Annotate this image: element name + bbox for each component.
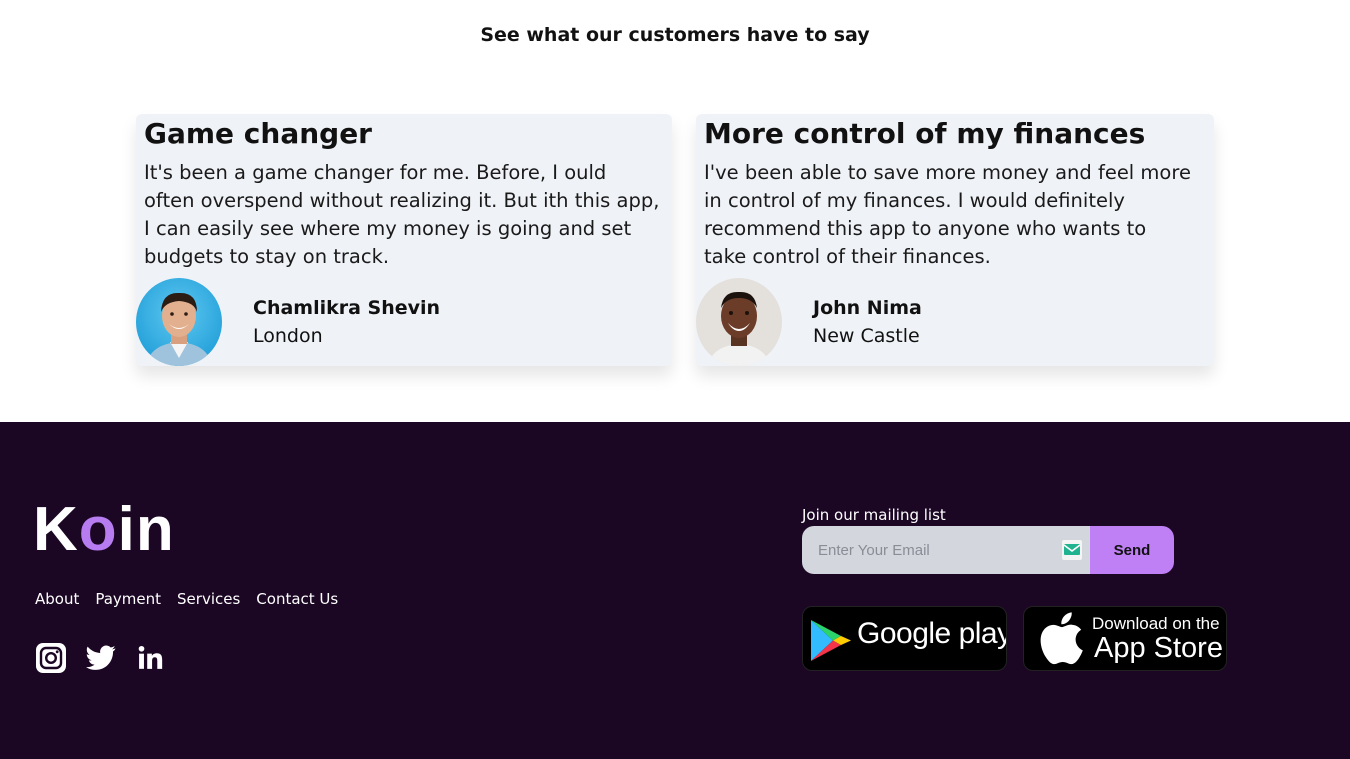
app-store-small-text: Download on the [1092, 614, 1220, 633]
mailing-form: Send [802, 526, 1174, 574]
linkedin-icon[interactable] [135, 642, 167, 674]
footer: Koin About Payment Services Contact Us J… [0, 422, 1350, 759]
email-field-wrapper [802, 526, 1090, 574]
avatar [136, 278, 222, 366]
footer-link-about[interactable]: About [35, 590, 79, 608]
testimonial-card: More control of my finances I've been ab… [696, 114, 1214, 366]
testimonial-card: Game changer It's been a game changer fo… [136, 114, 672, 366]
avatar [696, 278, 782, 366]
testimonial-text: It's been a game changer for me. Before,… [144, 161, 660, 268]
twitter-icon[interactable] [85, 642, 117, 674]
testimonial-heading: Game changer [144, 117, 372, 150]
mail-icon [1062, 540, 1082, 560]
instagram-icon[interactable] [35, 642, 67, 674]
apple-icon [1040, 612, 1083, 665]
app-store-text: App Store [1094, 632, 1223, 664]
footer-link-contact[interactable]: Contact Us [256, 590, 338, 608]
testimonial-text: I've been able to save more money and fe… [704, 161, 1191, 268]
google-play-text: Google play [857, 617, 1007, 650]
logo-part: K [33, 495, 79, 564]
section-title: See what our customers have to say [480, 24, 870, 46]
send-button[interactable]: Send [1090, 526, 1174, 574]
customer-city: London [253, 325, 323, 347]
app-store-badge[interactable]: Download on the App Store [1023, 606, 1227, 671]
footer-link-payment[interactable]: Payment [95, 590, 161, 608]
logo-part: in [117, 495, 175, 564]
koin-logo[interactable]: Koin [33, 494, 175, 566]
customer-name: Chamlikra Shevin [253, 297, 441, 319]
customer-name: John Nima [813, 297, 922, 319]
google-play-badge[interactable]: Google play [802, 606, 1007, 671]
footer-nav: About Payment Services Contact Us [35, 590, 338, 608]
footer-link-services[interactable]: Services [177, 590, 240, 608]
logo-accent: o [78, 495, 118, 564]
email-field[interactable] [802, 526, 1090, 574]
google-play-icon [811, 620, 851, 661]
testimonials-section: See what our customers have to say Game … [0, 0, 1350, 422]
mailing-list-label: Join our mailing list [802, 506, 946, 524]
testimonial-heading: More control of my finances [704, 117, 1146, 150]
social-links [35, 642, 167, 674]
customer-city: New Castle [813, 325, 920, 347]
